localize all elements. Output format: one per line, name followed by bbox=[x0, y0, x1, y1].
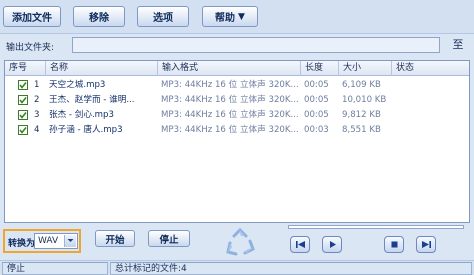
row-length: 00:05 bbox=[304, 80, 329, 90]
row-checkbox[interactable] bbox=[18, 125, 28, 135]
row-format: MP3: 44KHz 16 位 立体声 320K... bbox=[161, 95, 299, 105]
convert-to-group: 转换为 WAV bbox=[3, 229, 81, 253]
check-icon bbox=[19, 112, 27, 119]
output-folder-field[interactable] bbox=[72, 37, 440, 53]
column-length[interactable]: 长度 bbox=[301, 61, 339, 76]
row-name: 孙子涵 - 唐人.mp3 bbox=[49, 125, 123, 135]
table-row[interactable]: 4 孙子涵 - 唐人.mp3 MP3: 44KHz 16 位 立体声 320K.… bbox=[5, 123, 469, 137]
row-size: 10,010 KB bbox=[342, 95, 387, 105]
row-name: 天空之城.mp3 bbox=[49, 80, 106, 90]
column-status[interactable]: 状态 bbox=[392, 61, 469, 76]
output-folder-label: 输出文件夹: bbox=[6, 43, 55, 53]
status-total: 总计标记的文件:4 bbox=[110, 262, 472, 275]
help-label: 帮助 bbox=[215, 13, 236, 24]
stop-label: 停止 bbox=[159, 234, 179, 246]
row-index: 1 bbox=[34, 80, 40, 90]
start-button[interactable]: 开始 bbox=[95, 230, 135, 247]
chevron-down-icon: ▼ bbox=[238, 11, 245, 22]
row-format: MP3: 44KHz 16 位 立体声 320K... bbox=[161, 110, 299, 120]
row-index: 3 bbox=[34, 110, 40, 120]
stop-icon bbox=[391, 241, 397, 248]
table-row[interactable]: 2 王杰、赵学而 - 谁明... MP3: 44KHz 16 位 立体声 320… bbox=[5, 93, 469, 107]
row-status bbox=[392, 78, 469, 92]
column-size[interactable]: 大小 bbox=[339, 61, 392, 76]
row-index: 4 bbox=[34, 125, 40, 135]
row-format: MP3: 44KHz 16 位 立体声 320K... bbox=[161, 125, 299, 135]
status-bar: 停止 总计标记的文件:4 bbox=[0, 260, 474, 275]
remove-label: 移除 bbox=[89, 13, 109, 24]
row-index: 2 bbox=[34, 95, 40, 105]
row-size: 9,812 KB bbox=[342, 110, 381, 120]
table-row[interactable]: 3 张杰 - 剑心.mp3 MP3: 44KHz 16 位 立体声 320K..… bbox=[5, 108, 469, 122]
options-label: 选项 bbox=[153, 13, 173, 24]
previous-button[interactable] bbox=[290, 236, 310, 253]
row-length: 00:05 bbox=[304, 95, 329, 105]
column-name[interactable]: 名称 bbox=[46, 61, 158, 76]
play-button[interactable] bbox=[322, 236, 342, 253]
row-name: 王杰、赵学而 - 谁明... bbox=[49, 95, 135, 105]
row-name: 张杰 - 剑心.mp3 bbox=[49, 110, 114, 120]
remove-button[interactable]: 移除 bbox=[73, 6, 125, 27]
row-status bbox=[392, 123, 469, 137]
check-icon bbox=[19, 82, 27, 89]
row-checkbox[interactable] bbox=[18, 80, 28, 90]
add-file-button[interactable]: 添加文件 bbox=[3, 6, 61, 27]
control-panel: 转换为 WAV 开始 停止 bbox=[0, 224, 474, 260]
output-format-value: WAV bbox=[38, 236, 59, 246]
row-length: 00:05 bbox=[304, 110, 329, 120]
next-button[interactable] bbox=[416, 236, 436, 253]
add-file-label: 添加文件 bbox=[12, 13, 52, 24]
row-checkbox[interactable] bbox=[18, 110, 28, 120]
output-format-select[interactable]: WAV bbox=[34, 233, 78, 249]
row-length: 00:03 bbox=[304, 125, 329, 135]
help-menu-button[interactable]: 帮助 ▼ bbox=[202, 6, 258, 27]
table-row[interactable]: 1 天空之城.mp3 MP3: 44KHz 16 位 立体声 320K... 0… bbox=[5, 78, 469, 92]
playback-progress[interactable] bbox=[288, 225, 464, 229]
check-icon bbox=[19, 127, 27, 134]
stop-playback-button[interactable] bbox=[384, 236, 404, 253]
row-status bbox=[392, 93, 469, 107]
row-status bbox=[392, 108, 469, 122]
start-label: 开始 bbox=[105, 234, 125, 246]
play-icon bbox=[329, 241, 336, 248]
column-index[interactable]: 序号 bbox=[5, 61, 46, 76]
row-size: 8,551 KB bbox=[342, 125, 381, 135]
browse-button[interactable]: 至 bbox=[449, 37, 467, 53]
options-button[interactable]: 选项 bbox=[137, 6, 189, 27]
file-list: 序号 名称 输入格式 长度 大小 状态 1 天空之城.mp3 MP3: 44KH… bbox=[4, 60, 470, 223]
status-state: 停止 bbox=[2, 262, 108, 275]
check-icon bbox=[19, 97, 27, 104]
row-checkbox[interactable] bbox=[18, 95, 28, 105]
stop-button[interactable]: 停止 bbox=[148, 230, 190, 247]
next-icon bbox=[421, 241, 431, 248]
row-format: MP3: 44KHz 16 位 立体声 320K... bbox=[161, 80, 299, 90]
toolbar: 添加文件 移除 选项 帮助 ▼ bbox=[0, 0, 474, 34]
output-folder-row: 输出文件夹: 至 bbox=[0, 36, 474, 56]
recycle-icon bbox=[226, 227, 255, 256]
list-header: 序号 名称 输入格式 长度 大小 状态 bbox=[5, 61, 469, 76]
row-size: 6,109 KB bbox=[342, 80, 381, 90]
chevron-down-icon bbox=[64, 235, 76, 247]
convert-to-label: 转换为 bbox=[8, 239, 36, 249]
previous-icon bbox=[295, 241, 305, 248]
column-format[interactable]: 输入格式 bbox=[158, 61, 301, 76]
